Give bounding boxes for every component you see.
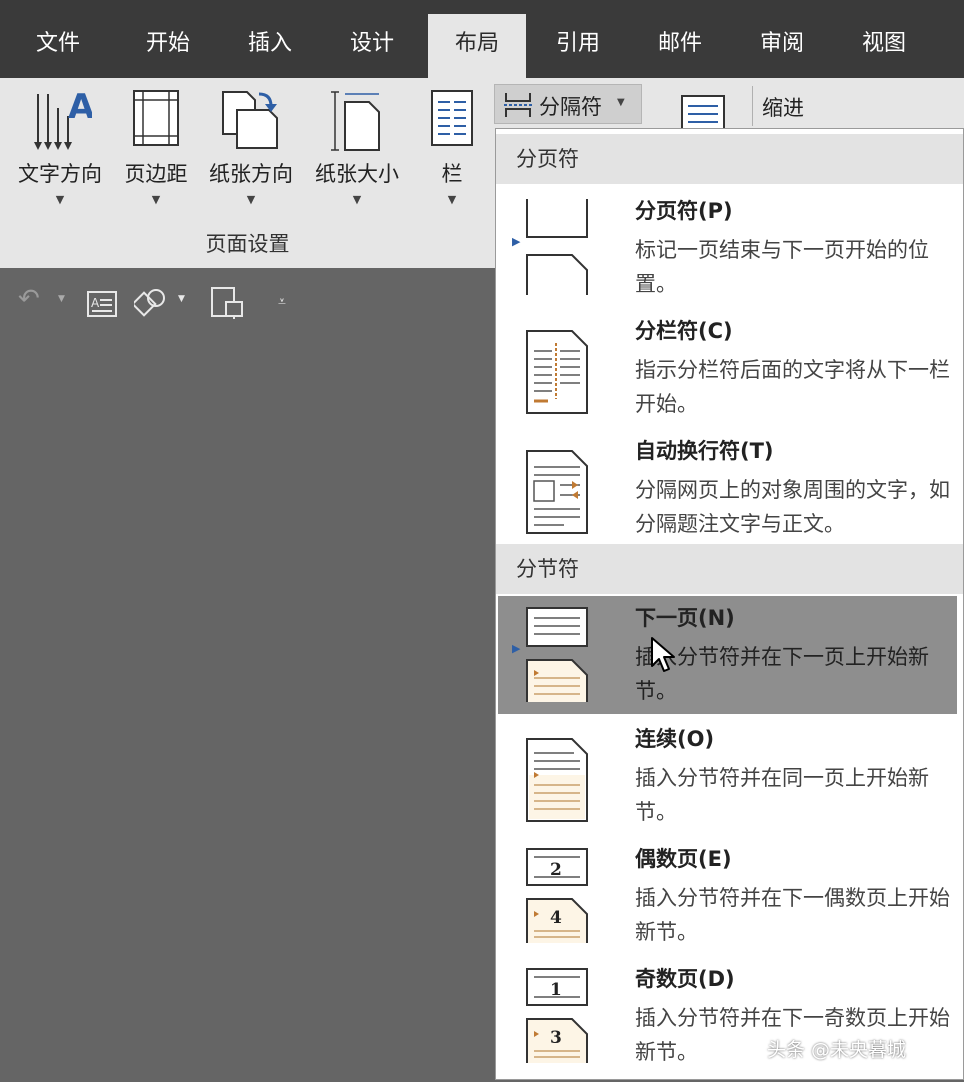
watermark: 头条 @未央暮城 bbox=[767, 1039, 907, 1061]
next-page-break-item[interactable]: ▶ 下一页(N) 插入分节符并在下一页上开始新节。 bbox=[498, 596, 957, 714]
text-direction-label: 文字方向 bbox=[18, 162, 102, 186]
ribbon-divider bbox=[752, 86, 753, 126]
tab-view[interactable]: 视图 bbox=[834, 14, 934, 78]
chevron-down-icon: ▼ bbox=[447, 193, 457, 206]
orientation-icon bbox=[222, 91, 278, 149]
chevron-down-icon: ▼ bbox=[151, 193, 161, 206]
menu-item-title: 奇数页(D) bbox=[635, 967, 735, 991]
chevron-down-icon: ▼ bbox=[246, 193, 256, 206]
text-wrapping-break-icon bbox=[526, 450, 588, 534]
customize-icon[interactable]: ⩡ bbox=[278, 294, 286, 310]
continuous-break-item[interactable]: 连续(O) 插入分节符并在同一页上开始新节。 bbox=[498, 717, 957, 835]
text-direction-icon: A bbox=[34, 88, 92, 150]
indent-label: 缩进 bbox=[762, 96, 804, 120]
column-break-item[interactable]: 分栏符(C) 指示分栏符后面的文字将从下一栏开始。 bbox=[498, 309, 957, 427]
menu-item-description: 指示分栏符后面的文字将从下一栏开始。 bbox=[635, 358, 950, 416]
chevron-down-icon: ▼ bbox=[352, 193, 362, 206]
selected-marker-icon: ▶ bbox=[512, 642, 521, 655]
margins-label: 页边距 bbox=[124, 162, 188, 186]
column-break-icon bbox=[526, 330, 588, 414]
menu-item-title: 偶数页(E) bbox=[635, 847, 732, 871]
menu-item-description: 插入分节符并在同一页上开始新节。 bbox=[635, 766, 929, 824]
svg-text:A: A bbox=[68, 88, 92, 127]
orientation-label: 纸张方向 bbox=[209, 162, 293, 186]
svg-text:A: A bbox=[91, 296, 100, 310]
page-number-label: 4 bbox=[550, 908, 562, 928]
chevron-down-icon: ▼ bbox=[617, 97, 625, 108]
chevron-down-icon[interactable]: ▼ bbox=[58, 294, 65, 304]
menu-item-title: 连续(O) bbox=[635, 727, 715, 751]
quick-access-toolbar: ↶ ▼ A ▼ ⩡ bbox=[0, 268, 300, 338]
tab-design[interactable]: 设计 bbox=[322, 14, 422, 78]
tab-layout[interactable]: 布局 bbox=[428, 14, 526, 78]
menu-item-description: 标记一页结束与下一页开始的位置。 bbox=[635, 238, 929, 296]
breaks-button[interactable]: 分隔符 ▼ bbox=[494, 84, 642, 124]
menu-item-title: 自动换行符(T) bbox=[635, 439, 774, 463]
page-setup-group-label: 页面设置 bbox=[205, 232, 290, 256]
section-breaks-section-header: 分节符 bbox=[496, 544, 963, 594]
tab-review[interactable]: 审阅 bbox=[732, 14, 832, 78]
page-number-label: 2 bbox=[550, 860, 562, 880]
next-page-break-icon bbox=[526, 607, 588, 702]
chevron-down-icon: ▼ bbox=[55, 193, 65, 206]
undo-icon[interactable]: ↶ bbox=[18, 284, 40, 314]
margins-icon bbox=[133, 90, 179, 146]
tab-references[interactable]: 引用 bbox=[528, 14, 628, 78]
even-page-break-icon: 2 4 bbox=[526, 848, 588, 943]
ribbon-tab-bar: 文件 开始 插入 设计 布局 引用 邮件 审阅 视图 bbox=[0, 0, 964, 78]
menu-item-title: 分页符(P) bbox=[635, 199, 733, 223]
menu-item-description: 插入分节符并在下一偶数页上开始新节。 bbox=[635, 886, 950, 944]
margins-button[interactable]: 页边距 ▼ bbox=[114, 78, 198, 223]
breaks-icon bbox=[504, 93, 532, 117]
breaks-dropdown-menu: 分页符 ▶ 分页符(P) 标记一页结束与下一页开始的位置。 分栏符(C) 指示分 bbox=[495, 128, 964, 1080]
breaks-label: 分隔符 bbox=[539, 95, 602, 119]
paper-size-button[interactable]: 纸张大小 ▼ bbox=[304, 78, 410, 223]
continuous-break-icon bbox=[526, 738, 588, 822]
odd-page-break-icon: 1 3 bbox=[526, 968, 588, 1063]
tab-insert[interactable]: 插入 bbox=[220, 14, 320, 78]
columns-icon bbox=[431, 90, 473, 146]
paper-size-label: 纸张大小 bbox=[315, 162, 399, 186]
orientation-button[interactable]: 纸张方向 ▼ bbox=[198, 78, 304, 223]
text-direction-button[interactable]: A 文字方向 ▼ bbox=[6, 78, 114, 223]
tab-mailings[interactable]: 邮件 bbox=[630, 14, 730, 78]
columns-label: 栏 bbox=[441, 162, 463, 186]
page-number-label: 1 bbox=[550, 980, 562, 1000]
text-box-icon[interactable]: A bbox=[86, 290, 118, 318]
paper-size-icon bbox=[331, 91, 380, 151]
menu-item-title: 下一页(N) bbox=[635, 606, 735, 630]
touch-mode-icon[interactable] bbox=[210, 286, 244, 320]
mouse-cursor-icon bbox=[651, 637, 675, 672]
page-number-label: 3 bbox=[550, 1028, 562, 1048]
even-page-break-item[interactable]: 2 4 偶数页(E) 插入分节符并在下一偶数页上开始新节。 bbox=[498, 837, 957, 955]
tab-file[interactable]: 文件 bbox=[8, 14, 108, 78]
menu-item-description: 分隔网页上的对象周围的文字，如分隔题注文字与正文。 bbox=[635, 478, 950, 536]
page-break-icon bbox=[526, 199, 588, 295]
tab-home[interactable]: 开始 bbox=[118, 14, 218, 78]
menu-item-description: 插入分节符并在下一页上开始新节。 bbox=[635, 645, 929, 703]
page-break-item[interactable]: ▶ 分页符(P) 标记一页结束与下一页开始的位置。 bbox=[498, 189, 957, 307]
chevron-down-icon[interactable]: ▼ bbox=[178, 294, 185, 304]
columns-button[interactable]: 栏 ▼ bbox=[418, 78, 486, 223]
menu-item-title: 分栏符(C) bbox=[635, 319, 733, 343]
page-breaks-section-header: 分页符 bbox=[496, 134, 963, 184]
shapes-icon[interactable] bbox=[134, 288, 168, 320]
text-wrapping-break-item[interactable]: 自动换行符(T) 分隔网页上的对象周围的文字，如分隔题注文字与正文。 bbox=[498, 429, 957, 547]
selected-marker-icon: ▶ bbox=[512, 235, 521, 248]
